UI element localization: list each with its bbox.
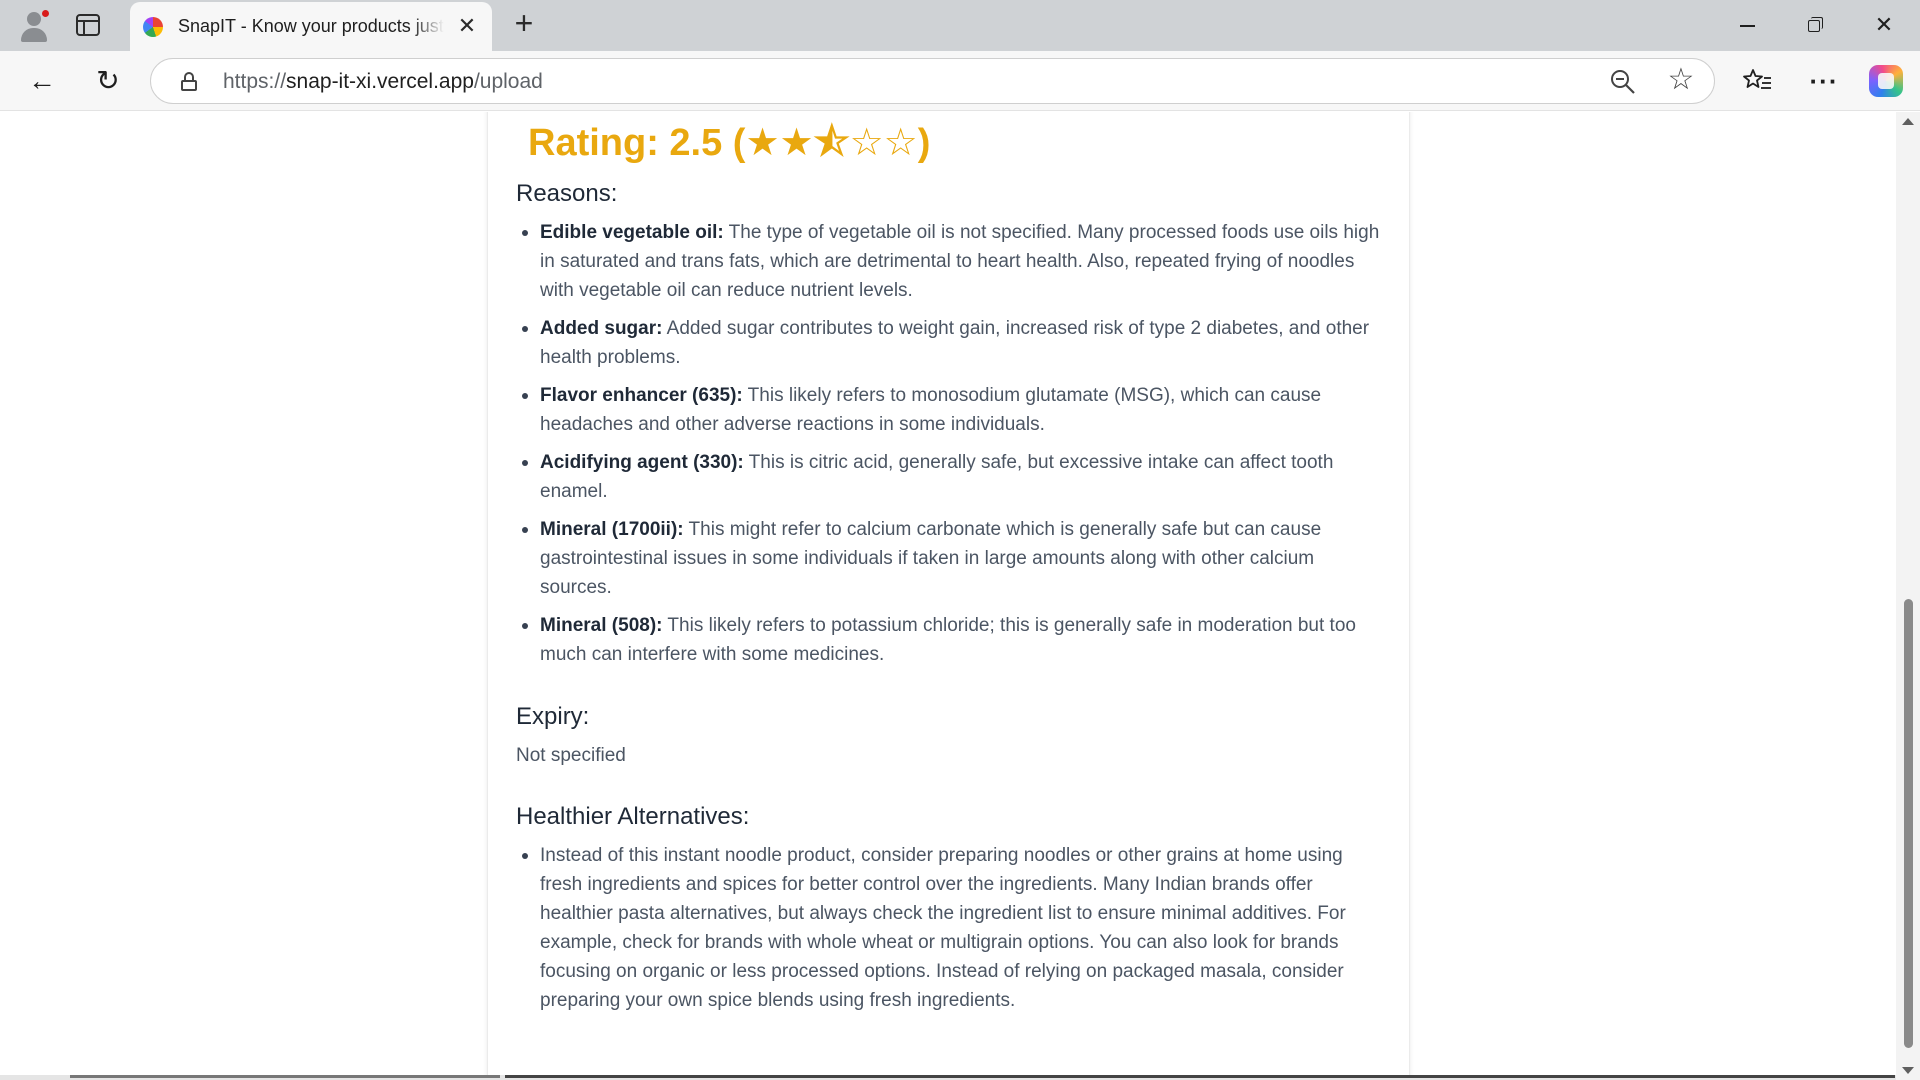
- browser-toolbar: ← ↻ https://snap-it-xi.vercel.app/upload…: [0, 51, 1920, 111]
- reason-text: This likely refers to potassium chloride…: [540, 615, 1356, 665]
- alternatives-list: Instead of this instant noodle product, …: [516, 841, 1386, 1024]
- reason-item: Added sugar: Added sugar contributes to …: [516, 314, 1386, 372]
- expiry-heading: Expiry:: [516, 703, 590, 730]
- more-menu-icon[interactable]: ···: [1806, 63, 1842, 99]
- minimize-icon[interactable]: [1727, 8, 1767, 42]
- zoom-out-icon[interactable]: [1609, 68, 1637, 96]
- bottom-strip: [0, 1075, 1896, 1080]
- notification-dot: [41, 9, 50, 18]
- reason-item: Acidifying agent (330): This is citric a…: [516, 448, 1386, 506]
- reason-term: Mineral (508):: [540, 615, 663, 636]
- reasons-heading: Reasons:: [516, 180, 618, 207]
- reason-text: Added sugar contributes to weight gain, …: [540, 318, 1370, 368]
- reason-term: Mineral (1700ii):: [540, 519, 684, 540]
- scrollbar-thumb[interactable]: [1904, 599, 1913, 1048]
- reason-item: Mineral (508): This likely refers to pot…: [516, 611, 1386, 669]
- copilot-icon[interactable]: [1869, 65, 1903, 97]
- reason-item: Flavor enhancer (635): This likely refer…: [516, 381, 1386, 439]
- active-tab[interactable]: SnapIT - Know your products just ✕: [130, 2, 492, 51]
- reason-term: Added sugar:: [540, 318, 663, 339]
- url-scheme: https://: [223, 70, 287, 93]
- address-bar[interactable]: https://snap-it-xi.vercel.app/upload ☆: [150, 58, 1715, 104]
- star-icon[interactable]: ☆: [1665, 64, 1697, 96]
- lock-icon[interactable]: [181, 72, 197, 91]
- back-arrow-icon[interactable]: ←: [22, 61, 62, 101]
- refresh-icon[interactable]: ↻: [88, 61, 128, 101]
- tab-title: SnapIT - Know your products just: [178, 16, 444, 36]
- new-tab-button[interactable]: +: [508, 7, 540, 40]
- site-favicon-icon: [143, 17, 163, 37]
- url-path: /upload: [473, 70, 543, 93]
- reason-term: Acidifying agent (330):: [540, 452, 744, 473]
- tab-close-icon[interactable]: ✕: [454, 13, 480, 39]
- scroll-up-icon[interactable]: [1902, 118, 1914, 125]
- url-host: snap-it-xi.vercel.app: [286, 70, 474, 93]
- reason-term: Edible vegetable oil:: [540, 222, 724, 243]
- rating-heading: Rating: 2.5 (★★⯪☆☆): [528, 122, 931, 164]
- restore-icon[interactable]: [1795, 8, 1835, 42]
- favorites-list-icon[interactable]: [1740, 63, 1776, 99]
- reason-item: Edible vegetable oil: The type of vegeta…: [516, 218, 1386, 305]
- vertical-scrollbar[interactable]: [1896, 112, 1920, 1080]
- alternatives-heading: Healthier Alternatives:: [516, 803, 750, 830]
- tab-strip: SnapIT - Know your products just ✕ + ✕: [0, 0, 1920, 51]
- alternative-item: Instead of this instant noodle product, …: [516, 841, 1386, 1015]
- scroll-down-icon[interactable]: [1902, 1067, 1914, 1074]
- tab-actions-icon[interactable]: [76, 14, 100, 36]
- url-text[interactable]: https://snap-it-xi.vercel.app/upload: [223, 70, 543, 94]
- reason-term: Flavor enhancer (635):: [540, 385, 743, 406]
- page-viewport: Rating: 2.5 (★★⯪☆☆) Reasons: Edible vege…: [0, 112, 1896, 1078]
- expiry-value: Not specified: [516, 745, 626, 766]
- window-close-icon[interactable]: ✕: [1864, 8, 1904, 42]
- profile-avatar-icon[interactable]: [18, 8, 50, 42]
- reasons-list: Edible vegetable oil: The type of vegeta…: [516, 218, 1386, 678]
- reason-item: Mineral (1700ii): This might refer to ca…: [516, 515, 1386, 602]
